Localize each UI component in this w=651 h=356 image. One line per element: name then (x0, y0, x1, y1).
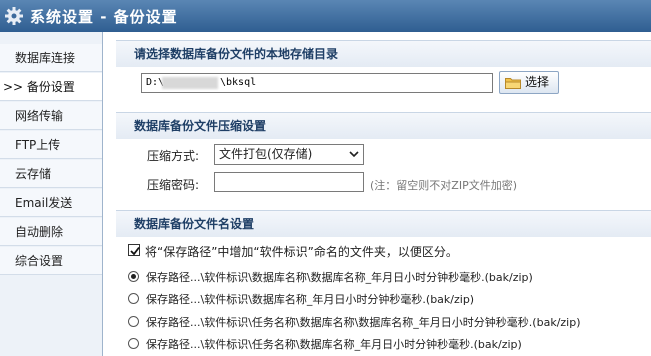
filename-option-radio-2[interactable] (128, 293, 139, 304)
sidebar-item-database-connection[interactable]: 数据库连接 (0, 44, 102, 72)
storage-path-suffix: \bksql (220, 77, 257, 88)
compression-method-select[interactable]: 文件打包(仅存储) (214, 144, 364, 165)
title-bar: 系统设置 - 备份设置 (0, 0, 651, 32)
sidebar-item-cloud-storage[interactable]: 云存储 (0, 160, 102, 188)
filename-option-radio-3[interactable] (128, 316, 139, 327)
chevron-down-icon (349, 151, 359, 158)
folder-icon (505, 78, 521, 89)
window-title: 系统设置 - 备份设置 (30, 8, 178, 26)
compression-password-hint: (注：留空则不对ZIP文件加密) (370, 179, 517, 192)
filename-section-heading: 数据库备份文件名设置 (116, 210, 651, 237)
compression-password-label: 压缩密码: (147, 178, 200, 192)
filename-option-radio-1[interactable] (128, 271, 139, 282)
choose-folder-button[interactable]: 选择 (499, 71, 559, 94)
add-folder-checkbox-label: 将“保存路径”中增加“软件标识”命名的文件夹，以便区分。 (145, 245, 458, 259)
sidebar: 数据库连接 >> 备份设置 网络传输 FTP上传 云存储 Email发送 自动删… (0, 32, 103, 356)
compression-method-value: 文件打包(仅存储) (219, 147, 313, 161)
add-folder-checkbox[interactable] (128, 244, 140, 256)
sidebar-item-network-transfer[interactable]: 网络传输 (0, 102, 102, 130)
filename-option-label-3: 保存路径...\软件标识\任务名称\数据库名称\数据库名称_年月日小时分钟秒毫秒… (146, 316, 581, 329)
sidebar-item-general-settings[interactable]: 综合设置 (0, 247, 102, 275)
gear-icon (5, 7, 23, 25)
sidebar-item-email-send[interactable]: Email发送 (0, 189, 102, 217)
compression-section-heading: 数据库备份文件压缩设置 (116, 112, 651, 139)
choose-button-label: 选择 (525, 75, 550, 89)
sidebar-item-auto-delete[interactable]: 自动删除 (0, 218, 102, 246)
compression-password-input[interactable] (214, 172, 364, 192)
sidebar-item-backup-settings[interactable]: >> 备份设置 (0, 73, 102, 101)
main-panel: 请选择数据库备份文件的本地存储目录 D:\ \bksql 选择 数据库备份文件压缩… (104, 32, 651, 356)
checkmark-icon (130, 246, 140, 256)
storage-path-field[interactable]: D:\ \bksql (141, 73, 493, 93)
compression-method-label: 压缩方式: (147, 149, 200, 163)
sidebar-item-ftp-upload[interactable]: FTP上传 (0, 131, 102, 159)
filename-option-radio-4[interactable] (128, 338, 139, 349)
filename-option-label-1: 保存路径...\软件标识\数据库名称\数据库名称_年月日小时分钟秒毫秒.(bak… (146, 271, 533, 284)
filename-option-label-2: 保存路径...\软件标识\数据库名称_年月日小时分钟秒毫秒.(bak/zip) (146, 293, 475, 306)
redacted-path-segment (162, 77, 218, 89)
storage-section-heading: 请选择数据库备份文件的本地存储目录 (116, 40, 651, 67)
filename-option-label-4: 保存路径...\软件标识\任务名称\数据库名称_年月日小时分钟秒毫秒.(bak/… (146, 338, 522, 351)
